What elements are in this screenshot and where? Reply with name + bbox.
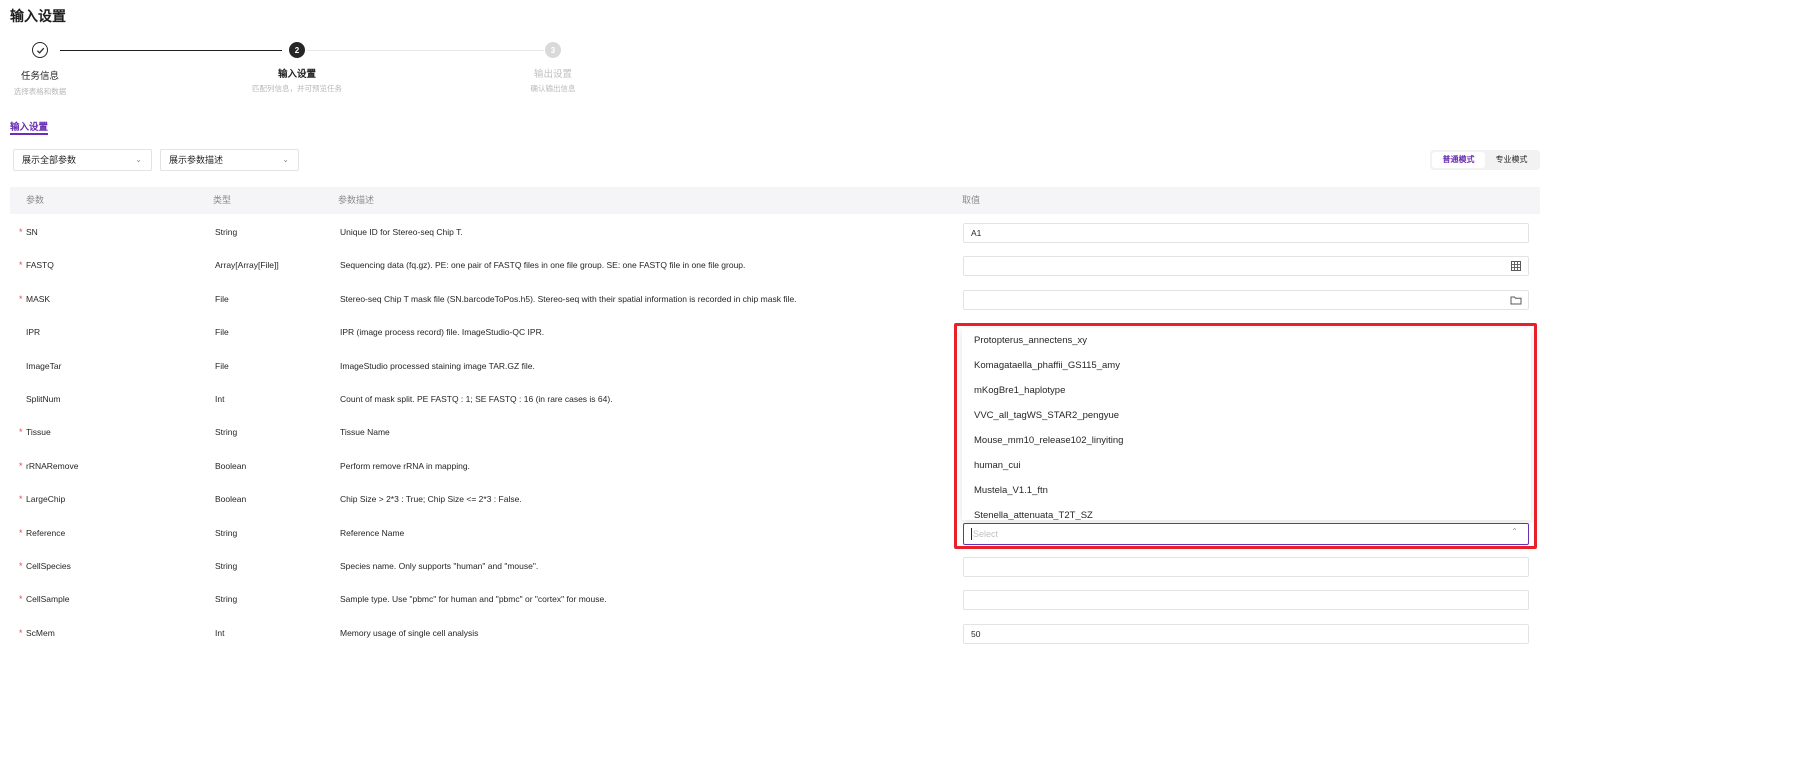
param-type: File [215, 327, 229, 338]
required-marker: * [19, 494, 23, 505]
param-name: SN [26, 227, 38, 237]
value-input[interactable]: A1 [963, 223, 1529, 243]
param-name: IPR [26, 327, 41, 338]
param-name: Reference [26, 527, 66, 538]
param-desc: ImageStudio processed staining image TAR… [340, 360, 535, 371]
header-desc: 参数描述 [338, 195, 375, 205]
param-type: Array[Array[File]] [215, 260, 279, 271]
param-desc: Memory usage of single cell analysis [340, 627, 479, 638]
table-row: * MASK File Stereo-seq Chip T mask file (SN… [10, 283, 1540, 316]
param-desc: Perform remove rRNA in mapping. [340, 460, 470, 471]
param-name: SplitNum [26, 394, 61, 404]
param-name: ScMem [26, 627, 55, 638]
value-text: A1 [971, 228, 982, 238]
check-icon [36, 47, 44, 54]
param-type: Boolean [215, 460, 247, 471]
required-marker: * [19, 561, 23, 571]
param-desc: Reference Name [340, 527, 405, 538]
value-text: 50 [971, 628, 981, 639]
step-2-title: 输入设置 [277, 69, 317, 80]
param-desc: Sequencing data (fq.gz). PE: one pair of… [340, 260, 746, 271]
step-connector-todo [306, 50, 544, 51]
param-desc: Species name. Only supports "human" and … [340, 561, 539, 571]
param-type: Int [215, 627, 225, 638]
table-row: * SN String Unique ID for Stereo-seq Chip T… [10, 216, 1540, 249]
step-1-title[interactable]: 任务信息 [21, 68, 59, 82]
step-1-icon[interactable] [32, 42, 48, 58]
param-name: FASTQ [26, 260, 54, 271]
value-input[interactable] [963, 590, 1529, 611]
param-filter-value: 展示全部参数 [22, 155, 77, 165]
param-filter-select[interactable]: 展示全部参数 ⌄ [13, 149, 152, 171]
param-name: CellSample [26, 594, 70, 605]
table-row: * CellSample String Sample type. Use "pbmc"… [10, 583, 1540, 616]
required-marker: * [19, 260, 23, 271]
required-marker: * [19, 293, 23, 304]
param-desc: IPR (image process record) file. ImageSt… [340, 327, 545, 338]
required-marker: * [19, 460, 23, 471]
mode-expert-button[interactable]: 专业模式 [1485, 152, 1538, 168]
param-type: String [215, 594, 238, 605]
highlight-annotation [954, 323, 1537, 549]
page-title: 输入设置 [10, 8, 66, 24]
param-desc: Tissue Name [340, 427, 390, 438]
table-header: 参数 类型 参数描述 取值 [10, 187, 1540, 214]
param-desc: Stereo-seq Chip T mask file (SN.barcodeT… [340, 293, 797, 304]
table-row: * ScMem Int Memory usage of single cell ana… [10, 617, 1540, 650]
param-type: Int [215, 394, 225, 404]
table-icon[interactable] [1510, 260, 1522, 272]
param-type: File [215, 293, 229, 304]
param-type: File [215, 360, 229, 371]
header-param: 参数 [26, 195, 45, 205]
chevron-down-icon: ⌄ [135, 155, 142, 164]
step-2-desc: 匹配列信息，并可预览任务 [252, 84, 342, 93]
required-marker: * [19, 227, 23, 237]
required-marker: * [19, 527, 23, 538]
desc-filter-value: 展示参数描述 [169, 155, 224, 165]
value-input[interactable] [963, 256, 1529, 277]
param-desc: Chip Size > 2*3 : True; Chip Size <= 2*3… [340, 494, 522, 505]
param-type: String [215, 561, 238, 571]
param-name: LargeChip [26, 494, 66, 505]
mode-normal-button[interactable]: 普通模式 [1432, 152, 1485, 168]
required-marker: * [19, 427, 23, 438]
chevron-down-icon: ⌄ [282, 155, 289, 164]
step-connector-done [60, 50, 282, 51]
param-type: String [215, 527, 238, 538]
header-value: 取值 [962, 195, 981, 205]
table-row: * CellSpecies String Species name. Only sup… [10, 550, 1540, 583]
step-3-desc: 确认输出信息 [530, 84, 576, 93]
value-input[interactable]: 50 [963, 623, 1529, 644]
mode-switch: 普通模式 专业模式 [1430, 150, 1540, 170]
param-name: MASK [26, 293, 51, 304]
step-1-desc: 选择表格和数据 [13, 87, 67, 96]
step-2-icon: 2 [289, 42, 305, 58]
desc-filter-select[interactable]: 展示参数描述 ⌄ [160, 149, 299, 171]
header-type: 类型 [213, 195, 232, 205]
param-desc: Count of mask split. PE FASTQ : 1; SE FA… [340, 394, 613, 404]
required-marker: * [19, 594, 23, 605]
param-name: rRNARemove [26, 460, 79, 471]
tab-input-settings[interactable]: 输入设置 [10, 119, 48, 133]
param-type: String [215, 427, 238, 438]
step-3-title: 输出设置 [533, 69, 573, 80]
step-3-icon: 3 [545, 42, 561, 58]
param-desc: Sample type. Use "pbmc" for human and "p… [340, 594, 607, 605]
value-input[interactable] [963, 289, 1529, 310]
folder-icon[interactable] [1510, 294, 1522, 306]
param-name: Tissue [26, 427, 51, 438]
param-type: String [215, 227, 238, 237]
param-name: ImageTar [26, 360, 62, 371]
param-name: CellSpecies [26, 561, 71, 571]
value-input[interactable] [963, 557, 1529, 577]
table-row: * FASTQ Array[Array[File]] Sequencing data … [10, 249, 1540, 282]
tab-underline [10, 133, 48, 135]
param-desc: Unique ID for Stereo-seq Chip T. [340, 227, 463, 237]
required-marker: * [19, 627, 23, 638]
param-type: Boolean [215, 494, 247, 505]
